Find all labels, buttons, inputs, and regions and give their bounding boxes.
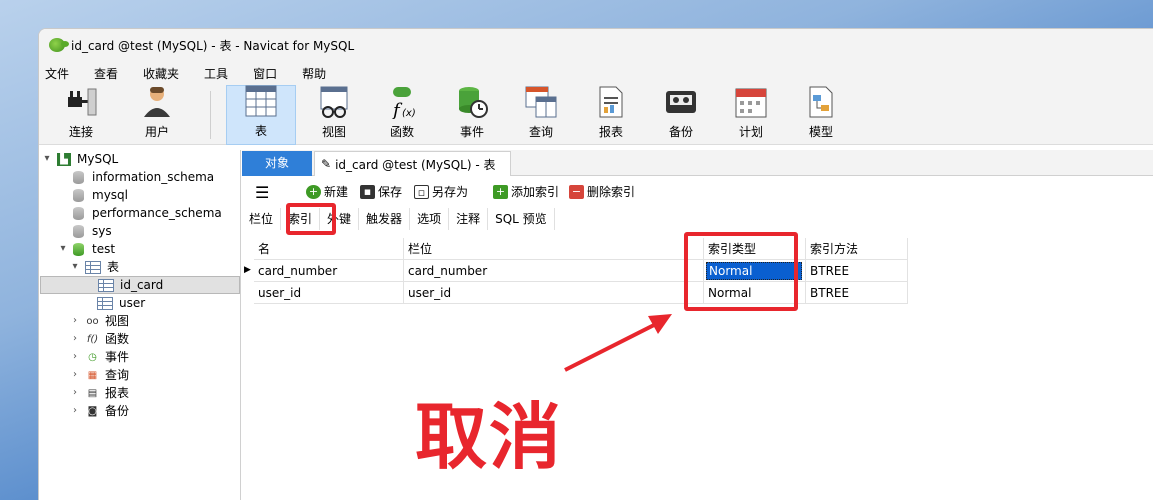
annotation-text: 取消 [415,395,564,479]
annotation-arrow [564,314,672,372]
